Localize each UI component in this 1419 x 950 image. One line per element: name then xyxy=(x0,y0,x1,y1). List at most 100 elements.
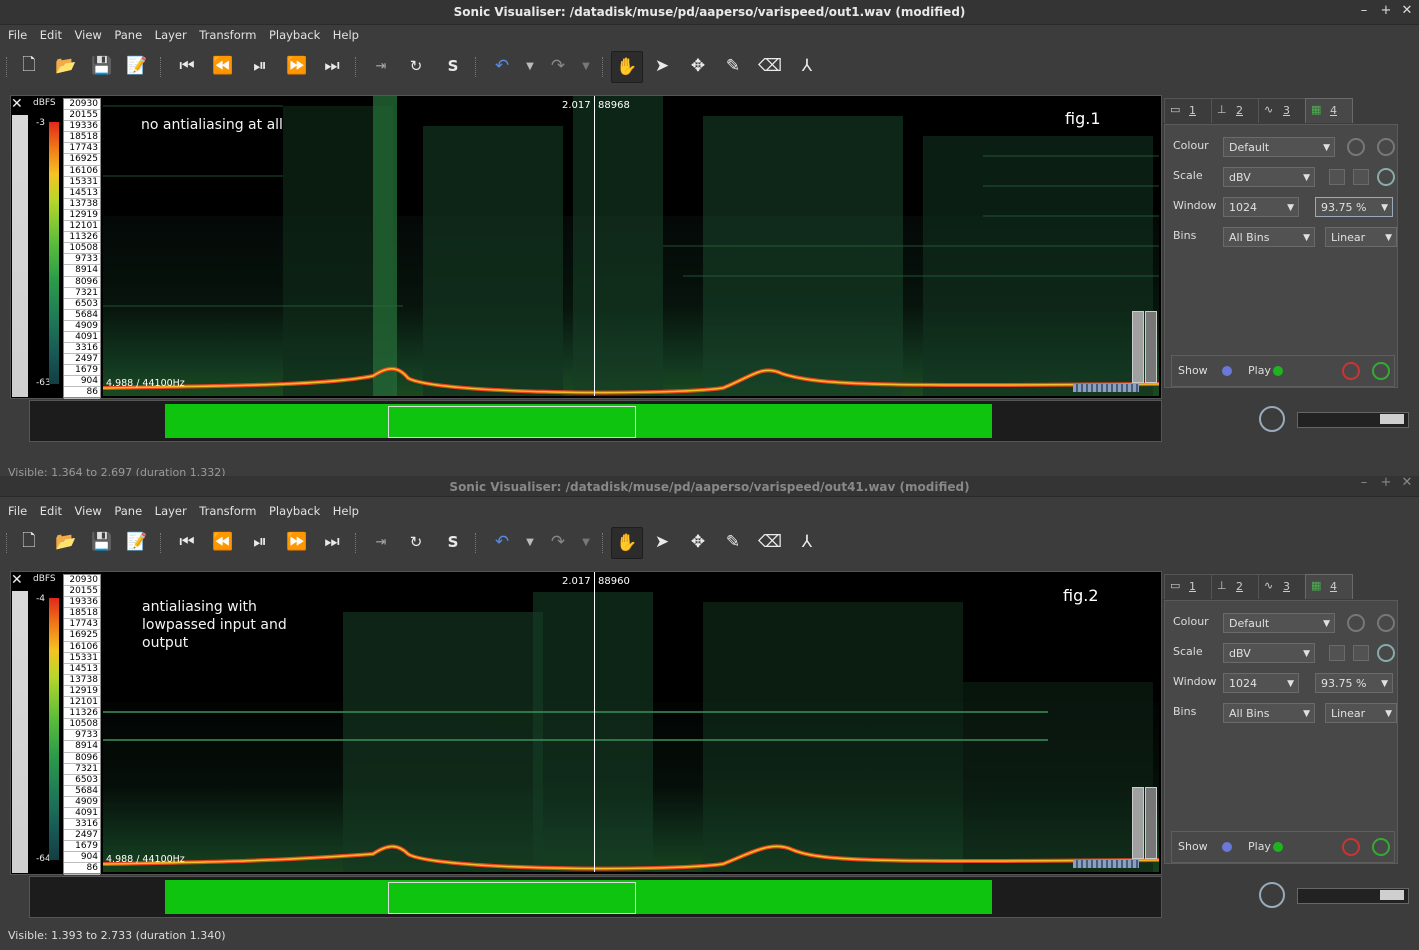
maximize-button[interactable]: + xyxy=(1378,475,1394,491)
show-toggle[interactable] xyxy=(1222,366,1232,376)
rewind-start-icon[interactable]: ⏮ xyxy=(172,51,202,81)
redo-icon[interactable]: ↷ xyxy=(543,527,573,557)
vertical-zoom-slider[interactable] xyxy=(1132,787,1144,859)
undo-dropdown-icon[interactable]: ▼ xyxy=(515,51,545,81)
save-icon[interactable]: 💾 xyxy=(87,51,117,81)
close-pane-icon[interactable]: ✕ xyxy=(11,572,23,588)
play-toggle[interactable] xyxy=(1273,842,1283,852)
rewind-icon[interactable]: ⏪ xyxy=(208,527,238,557)
bins-combo[interactable]: All Bins ▼ xyxy=(1223,703,1315,723)
new-file-icon[interactable]: 🗋 xyxy=(14,527,44,557)
close-window-button[interactable]: ✕ xyxy=(1399,3,1415,19)
overlap-combo[interactable]: 93.75 % ▼ xyxy=(1315,197,1393,217)
threshold-knob[interactable] xyxy=(1377,614,1395,632)
rewind-start-icon[interactable]: ⏮ xyxy=(172,527,202,557)
erase-tool-icon[interactable]: ⌫ xyxy=(755,51,785,81)
spectrogram-view[interactable]: 2.017 88960 antialiasing with lowpassed … xyxy=(103,572,1159,872)
tab-layer-2[interactable]: ⊥ 2 xyxy=(1211,574,1259,599)
erase-tool-icon[interactable]: ⌫ xyxy=(755,527,785,557)
select-tool-icon[interactable]: ➤ xyxy=(647,527,677,557)
slider-thumb[interactable] xyxy=(1380,414,1404,424)
close-pane-icon[interactable]: ✕ xyxy=(11,96,23,112)
menu-transform[interactable]: Transform xyxy=(199,25,256,45)
tab-layer-4[interactable]: ▦ 4 xyxy=(1305,98,1353,123)
tab-layer-4[interactable]: ▦ 4 xyxy=(1305,574,1353,599)
loop-icon[interactable]: ↻ xyxy=(401,51,431,81)
menu-help[interactable]: Help xyxy=(333,25,359,45)
normalize-visible-button[interactable] xyxy=(1353,169,1369,185)
menu-pane[interactable]: Pane xyxy=(114,501,142,521)
new-file-icon[interactable]: 🗋 xyxy=(14,51,44,81)
overview-visible-region[interactable] xyxy=(388,406,636,438)
fast-forward-icon[interactable]: ⏩ xyxy=(282,51,312,81)
menu-playback[interactable]: Playback xyxy=(269,25,320,45)
colour-rotation-knob[interactable] xyxy=(1347,138,1365,156)
scale-combo[interactable]: dBV ▼ xyxy=(1223,643,1315,663)
toolbar-grip[interactable] xyxy=(160,533,164,553)
overview-bar[interactable] xyxy=(29,400,1162,442)
menu-edit[interactable]: Edit xyxy=(40,25,62,45)
redo-dropdown-icon[interactable]: ▼ xyxy=(571,51,601,81)
vertical-zoom-slider[interactable] xyxy=(1132,311,1144,383)
pan-knob[interactable] xyxy=(1342,838,1360,856)
playhead-cursor[interactable] xyxy=(594,96,595,396)
scale-combo[interactable]: dBV ▼ xyxy=(1223,167,1315,187)
toolbar-grip[interactable] xyxy=(355,533,359,553)
undo-icon[interactable]: ↶ xyxy=(487,527,517,557)
save-as-icon[interactable]: 📝 xyxy=(122,527,152,557)
loop-icon[interactable]: ↻ xyxy=(401,527,431,557)
play-selection-icon[interactable]: ⇥ xyxy=(366,527,396,557)
tab-layer-1[interactable]: ▭ 1 xyxy=(1164,98,1212,123)
normalize-columns-button[interactable] xyxy=(1329,645,1345,661)
menu-help[interactable]: Help xyxy=(333,501,359,521)
play-selection-icon[interactable]: ⇥ xyxy=(366,51,396,81)
play-gain-knob[interactable] xyxy=(1372,838,1390,856)
menu-file[interactable]: File xyxy=(8,25,27,45)
move-tool-icon[interactable]: ✥ xyxy=(683,527,713,557)
close-window-button[interactable]: ✕ xyxy=(1399,475,1415,491)
window-size-combo[interactable]: 1024 ▼ xyxy=(1223,673,1299,693)
fast-forward-end-icon[interactable]: ⏭ xyxy=(317,51,347,81)
save-icon[interactable]: 💾 xyxy=(87,527,117,557)
colour-rotation-knob[interactable] xyxy=(1347,614,1365,632)
save-as-icon[interactable]: 📝 xyxy=(122,51,152,81)
play-toggle[interactable] xyxy=(1273,366,1283,376)
redo-dropdown-icon[interactable]: ▼ xyxy=(571,527,601,557)
menu-edit[interactable]: Edit xyxy=(40,501,62,521)
vertical-zoom-thumbwheel[interactable] xyxy=(1145,787,1157,859)
output-gain-slider[interactable] xyxy=(1297,888,1409,904)
output-gain-slider[interactable] xyxy=(1297,412,1409,428)
tab-layer-3[interactable]: ∿ 3 xyxy=(1258,98,1306,123)
menu-playback[interactable]: Playback xyxy=(269,501,320,521)
menu-view[interactable]: View xyxy=(75,25,102,45)
gain-knob[interactable] xyxy=(1377,644,1395,662)
vertical-zoom-thumbwheel[interactable] xyxy=(1145,311,1157,383)
horizontal-zoom-thumb[interactable] xyxy=(1073,860,1139,868)
menu-layer[interactable]: Layer xyxy=(155,501,187,521)
tab-layer-3[interactable]: ∿ 3 xyxy=(1258,574,1306,599)
show-toggle[interactable] xyxy=(1222,842,1232,852)
slider-thumb[interactable] xyxy=(1380,890,1404,900)
undo-dropdown-icon[interactable]: ▼ xyxy=(515,527,545,557)
open-file-icon[interactable]: 📂 xyxy=(51,527,81,557)
threshold-knob[interactable] xyxy=(1377,138,1395,156)
undo-icon[interactable]: ↶ xyxy=(487,51,517,81)
fast-forward-end-icon[interactable]: ⏭ xyxy=(317,527,347,557)
menu-transform[interactable]: Transform xyxy=(199,501,256,521)
playback-speed-knob[interactable] xyxy=(1259,406,1285,432)
playback-speed-knob[interactable] xyxy=(1259,882,1285,908)
menu-layer[interactable]: Layer xyxy=(155,25,187,45)
colour-combo[interactable]: Default ▼ xyxy=(1223,137,1335,157)
gain-knob[interactable] xyxy=(1377,168,1395,186)
toolbar-grip[interactable] xyxy=(355,57,359,77)
pan-knob[interactable] xyxy=(1342,362,1360,380)
solo-icon[interactable]: S xyxy=(438,51,468,81)
redo-icon[interactable]: ↷ xyxy=(543,51,573,81)
menu-view[interactable]: View xyxy=(75,501,102,521)
toolbar-grip[interactable] xyxy=(475,533,479,553)
toolbar-grip[interactable] xyxy=(6,57,10,77)
tab-layer-2[interactable]: ⊥ 2 xyxy=(1211,98,1259,123)
overview-visible-region[interactable] xyxy=(388,882,636,914)
normalize-visible-button[interactable] xyxy=(1353,645,1369,661)
playhead-cursor[interactable] xyxy=(594,572,595,872)
